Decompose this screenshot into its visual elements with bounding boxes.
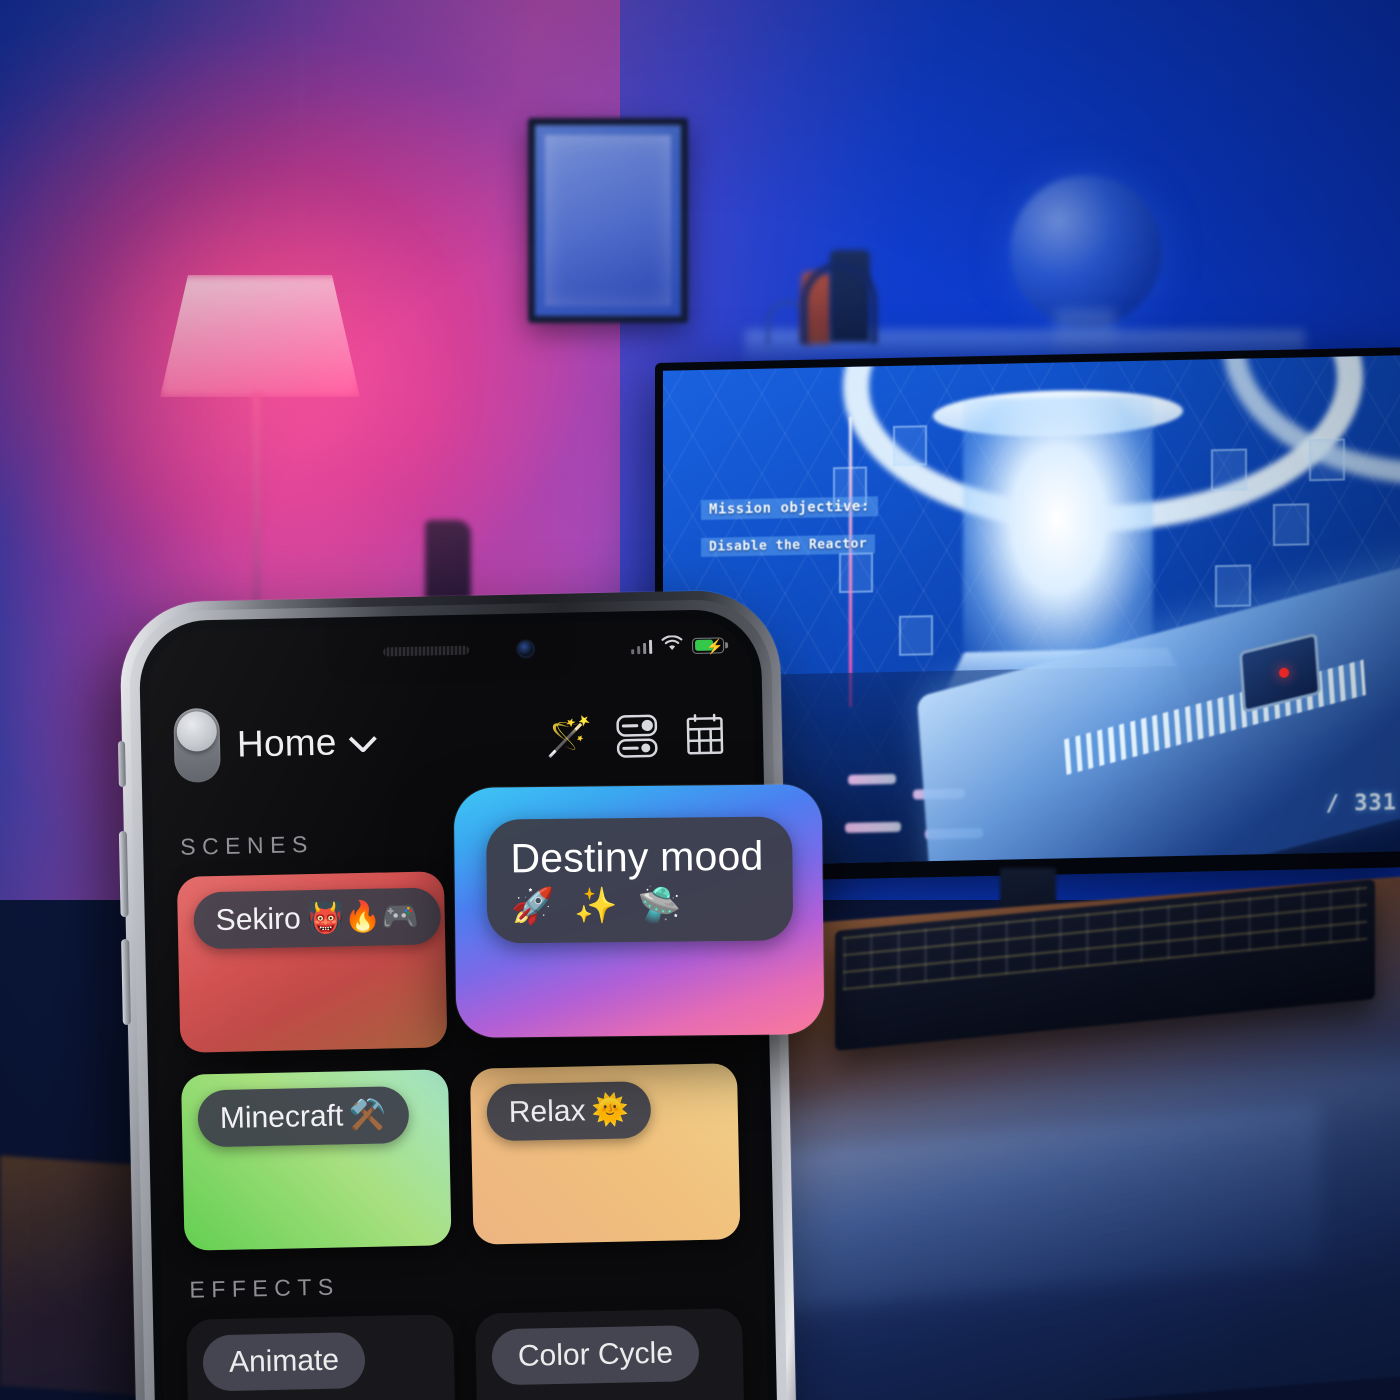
game-wall-panel: [899, 615, 933, 656]
game-floor-stripe: [848, 773, 896, 785]
game-neon-line: [849, 416, 852, 707]
scene-label: Minecraft: [219, 1098, 344, 1135]
effect-card-color-cycle[interactable]: Color Cycle: [475, 1308, 746, 1400]
effect-card-animate[interactable]: Animate: [186, 1314, 457, 1400]
hud-objective-text: Disable the Reactor: [701, 534, 876, 557]
phone-notch: [324, 621, 576, 685]
destiny-mood-pill: Destiny mood 🚀 ✨ 🛸: [486, 816, 794, 944]
scene-emojis: 👹🔥🎮: [306, 899, 420, 936]
battery-charging-icon: ⚡: [691, 636, 725, 654]
game-wall-panel: [893, 425, 927, 466]
scene-pill-minecraft: Minecraft ⚒️: [197, 1086, 410, 1148]
game-reactor-core: [963, 395, 1153, 670]
globe-decor: [1010, 175, 1162, 327]
chevron-down-icon[interactable]: [348, 724, 377, 754]
hud-objective-label: Mission objective:: [701, 496, 878, 520]
header-icon-group: 🪄: [545, 711, 729, 761]
effects-grid: Animate Color Cycle: [186, 1308, 746, 1400]
game-wall-panel: [839, 552, 873, 594]
game-wall-panel: [1211, 448, 1247, 492]
scene-pill-sekiro: Sekiro 👹🔥🎮: [193, 887, 442, 950]
destiny-mood-title: Destiny mood: [510, 832, 764, 882]
game-floor-stripe: [845, 821, 901, 833]
headset-decor: [800, 262, 878, 344]
status-bar: ⚡: [630, 634, 725, 657]
magic-sparkle-icon[interactable]: 🪄: [545, 714, 593, 761]
scene-emojis: 🌞: [591, 1093, 630, 1128]
effect-label-color-cycle: Color Cycle: [491, 1325, 700, 1386]
wall-picture-frame: [528, 118, 688, 323]
cellular-signal-icon: [630, 639, 653, 655]
calendar-icon[interactable]: [681, 711, 728, 758]
wifi-icon: [661, 635, 683, 656]
scene-label: Sekiro: [215, 901, 302, 937]
earpiece-speaker-icon: [383, 645, 470, 657]
floor-lamp-shade: [160, 275, 360, 397]
toggle-knob: [176, 710, 218, 752]
sliders-icon[interactable]: [613, 713, 660, 760]
destiny-mood-scene-card[interactable]: Destiny mood 🚀 ✨ 🛸: [453, 784, 825, 1038]
destiny-mood-emojis: 🚀 ✨ 🛸: [510, 885, 687, 927]
app-header: Home 🪄: [149, 688, 755, 793]
hud-ammo-counter: / 331: [1325, 790, 1397, 817]
game-wall-panel: [1309, 438, 1345, 482]
phone-mute-switch[interactable]: [117, 740, 126, 788]
scene-card-sekiro[interactable]: Sekiro 👹🔥🎮: [176, 871, 448, 1053]
scene-label: Relax: [508, 1093, 586, 1129]
room-scene-photo: Mission objective: Disable the Reactor /…: [0, 0, 1400, 1400]
picture-frame-art: [545, 135, 671, 306]
section-label-effects: EFFECTS: [189, 1273, 340, 1303]
color-swirl-icon: [549, 1396, 742, 1400]
scene-pill-relax: Relax 🌞: [486, 1080, 652, 1142]
effect-label-animate: Animate: [202, 1332, 366, 1392]
front-camera-icon: [517, 641, 534, 657]
scene-emojis: ⚒️: [348, 1098, 387, 1133]
desk-small-object: [425, 520, 471, 600]
game-wall-panel: [1273, 503, 1309, 547]
game-wall-panel: [1215, 564, 1251, 608]
home-selector-label[interactable]: Home: [237, 721, 337, 765]
scene-card-relax[interactable]: Relax 🌞: [469, 1063, 741, 1245]
scene-card-minecraft[interactable]: Minecraft ⚒️: [180, 1069, 452, 1251]
master-power-toggle[interactable]: [173, 707, 221, 783]
